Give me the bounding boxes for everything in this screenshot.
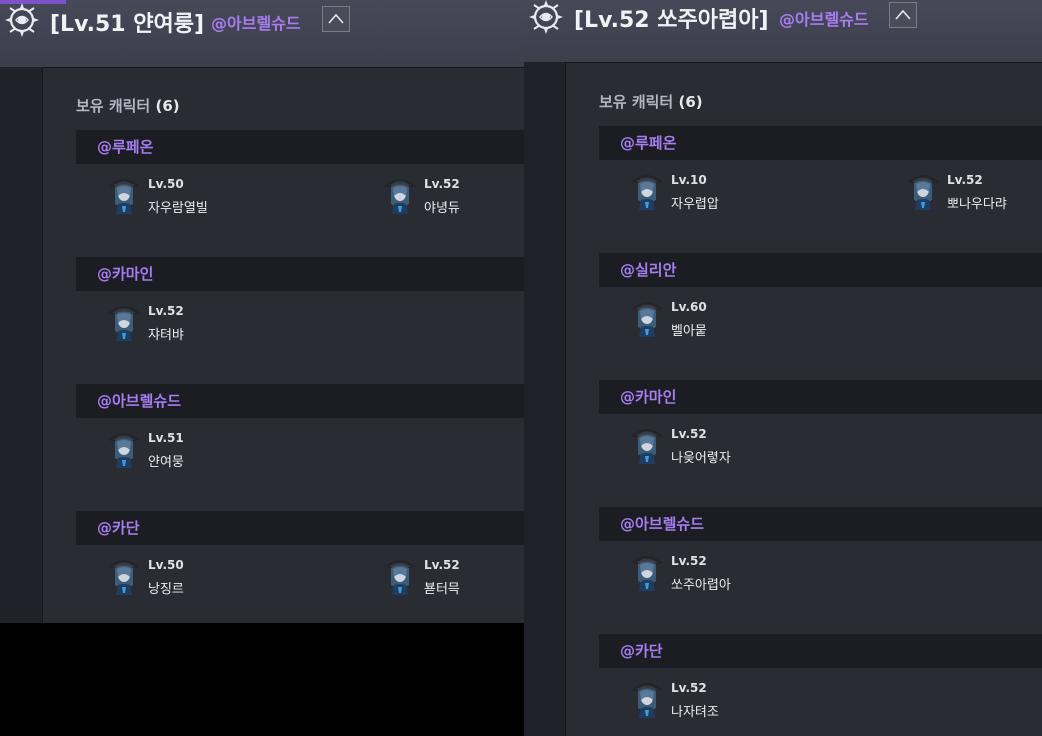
character-portrait-icon	[905, 170, 941, 210]
profile-panel-right: [Lv.52 쏘주아렵아] @아브렐슈드 보유 캐릭터 (6) @루페온 Lv.1…	[524, 0, 1042, 736]
server-group: @카마인 Lv.52 쟈텨뱌	[76, 257, 524, 343]
profile-title: [Lv.51 얀여룽]	[50, 12, 205, 37]
character-row: Lv.52 쟈텨뱌	[76, 291, 524, 343]
section-title: 보유 캐릭터 (6)	[599, 91, 703, 112]
section-title: 보유 캐릭터 (6)	[76, 95, 180, 116]
server-name: @아브렐슈드	[599, 507, 1042, 541]
character-level: Lv.52	[947, 173, 983, 187]
character-portrait-icon	[629, 551, 665, 591]
character-name: 나읒어렿자	[671, 451, 731, 466]
server-name: @루페온	[599, 126, 1042, 160]
character-name: 얀여뭉	[148, 455, 184, 470]
character-portrait-icon	[382, 555, 418, 595]
server-group: @아브렐슈드 Lv.51 얀여뭉	[76, 384, 524, 470]
character-level: Lv.50	[148, 177, 184, 191]
character-row: Lv.50 자우람열빌 Lv.52 야녕듀	[76, 164, 524, 216]
character-portrait-icon	[629, 170, 665, 210]
character-row: Lv.52 나읒어렿자	[599, 414, 1042, 466]
character-name: 쏘주아렵아	[671, 578, 731, 593]
character-level: Lv.52	[671, 681, 707, 695]
server-name: @카단	[599, 634, 1042, 668]
section-label: 보유 캐릭터	[599, 93, 674, 111]
collapse-button[interactable]	[322, 6, 350, 32]
character-portrait-icon	[106, 555, 142, 595]
guild-emblem-icon	[2, 0, 42, 40]
profile-title: [Lv.52 쏘주아렵아]	[574, 8, 769, 33]
character-name: 벨아뭍	[671, 324, 707, 339]
character-row: Lv.10 자우렵압 Lv.52 뽀나우다랴	[599, 160, 1042, 212]
server-group: @아브렐슈드 Lv.52 쏘주아렵아	[599, 507, 1042, 593]
character-portrait-icon	[382, 174, 418, 214]
character-portrait-icon	[629, 678, 665, 718]
server-name: @카마인	[599, 380, 1042, 414]
character-portrait-icon	[629, 424, 665, 464]
collapse-button[interactable]	[889, 2, 917, 28]
server-group: @카단 Lv.52 나자텨조	[599, 634, 1042, 720]
server-group: @실리안 Lv.60 벨아뭍	[599, 253, 1042, 339]
character-name: 나자텨조	[671, 705, 719, 720]
server-name: @루페온	[76, 130, 524, 164]
server-name: @아브렐슈드	[76, 384, 524, 418]
character-level: Lv.52	[148, 304, 184, 318]
character-row: Lv.52 쏘주아렵아	[599, 541, 1042, 593]
character-level: Lv.52	[671, 427, 707, 441]
chevron-up-icon	[895, 8, 911, 22]
character-level: Lv.52	[424, 558, 460, 572]
profile-header: [Lv.52 쏘주아렵아] @아브렐슈드	[524, 0, 1042, 62]
character-level: Lv.60	[671, 300, 707, 314]
character-portrait-icon	[629, 297, 665, 337]
character-level: Lv.52	[671, 554, 707, 568]
character-list-content: 보유 캐릭터 (6) @루페온 Lv.50 자우람열빌 Lv.52 야녕듀 @카마인 Lv.…	[42, 67, 524, 623]
character-row: Lv.50 낭징르 Lv.52 뵫터믁	[76, 545, 524, 597]
side-strip	[0, 67, 42, 623]
character-name: 뽀나우다랴	[947, 197, 1007, 212]
character-count: (6)	[678, 93, 703, 111]
character-name: 자우람열빌	[148, 201, 208, 216]
character-name: 낭징르	[148, 582, 184, 597]
character-level: Lv.51	[148, 431, 184, 445]
section-label: 보유 캐릭터	[76, 97, 151, 115]
character-row: Lv.51 얀여뭉	[76, 418, 524, 470]
guild-handle[interactable]: @아브렐슈드	[779, 6, 869, 30]
profile-panel-left: [Lv.51 얀여룽] @아브렐슈드 보유 캐릭터 (6) @루페온 Lv.50 자…	[0, 0, 524, 623]
profile-header: [Lv.51 얀여룽] @아브렐슈드	[0, 0, 524, 67]
character-count: (6)	[155, 97, 180, 115]
server-group: @카단 Lv.50 낭징르 Lv.52 뵫터믁	[76, 511, 524, 597]
side-strip	[524, 62, 565, 736]
character-name: 야녕듀	[424, 201, 460, 216]
character-row: Lv.52 나자텨조	[599, 668, 1042, 720]
character-portrait-icon	[106, 174, 142, 214]
server-name: @실리안	[599, 253, 1042, 287]
server-group: @카마인 Lv.52 나읒어렿자	[599, 380, 1042, 466]
character-name: 자우렵압	[671, 197, 719, 212]
server-name: @카단	[76, 511, 524, 545]
character-list-content: 보유 캐릭터 (6) @루페온 Lv.10 자우렵압 Lv.52 뽀나우다랴 @실리안 Lv…	[565, 62, 1042, 736]
character-name: 쟈텨뱌	[148, 328, 184, 343]
character-level: Lv.50	[148, 558, 184, 572]
server-group: @루페온 Lv.10 자우렵압 Lv.52 뽀나우다랴	[599, 126, 1042, 212]
guild-handle[interactable]: @아브렐슈드	[211, 10, 301, 34]
character-level: Lv.10	[671, 173, 707, 187]
server-group: @루페온 Lv.50 자우람열빌 Lv.52 야녕듀	[76, 130, 524, 216]
character-name: 뵫터믁	[424, 582, 460, 597]
character-level: Lv.52	[424, 177, 460, 191]
character-portrait-icon	[106, 301, 142, 341]
character-portrait-icon	[106, 428, 142, 468]
character-row: Lv.60 벨아뭍	[599, 287, 1042, 339]
chevron-up-icon	[328, 12, 344, 26]
guild-emblem-icon	[526, 0, 566, 37]
server-name: @카마인	[76, 257, 524, 291]
